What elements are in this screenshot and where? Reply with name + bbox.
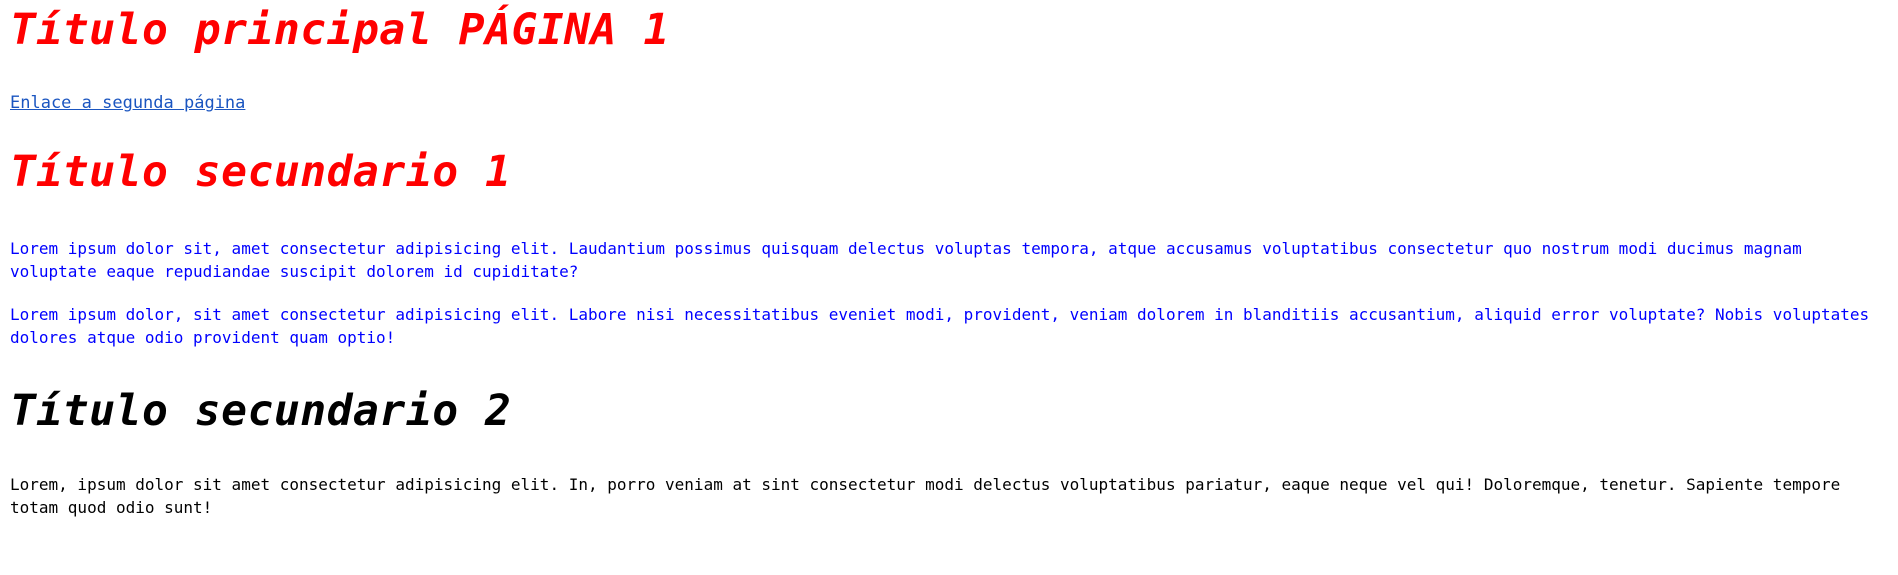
- section-1-paragraph-1: Lorem ipsum dolor sit, amet consectetur …: [10, 239, 1802, 281]
- section-2-paragraph-1: Lorem, ipsum dolor sit amet consectetur …: [10, 475, 1841, 517]
- page: Título principal PÁGINA 1 Enlace a segun…: [0, 0, 1898, 575]
- section-2-title: Título secundario 2: [10, 386, 512, 436]
- page-title: Título principal PÁGINA 1: [10, 5, 670, 55]
- section-1-title: Título secundario 1: [10, 147, 512, 197]
- section-1-paragraph-2: Lorem ipsum dolor, sit amet consectetur …: [10, 305, 1870, 347]
- second-page-link[interactable]: Enlace a segunda página: [10, 92, 245, 114]
